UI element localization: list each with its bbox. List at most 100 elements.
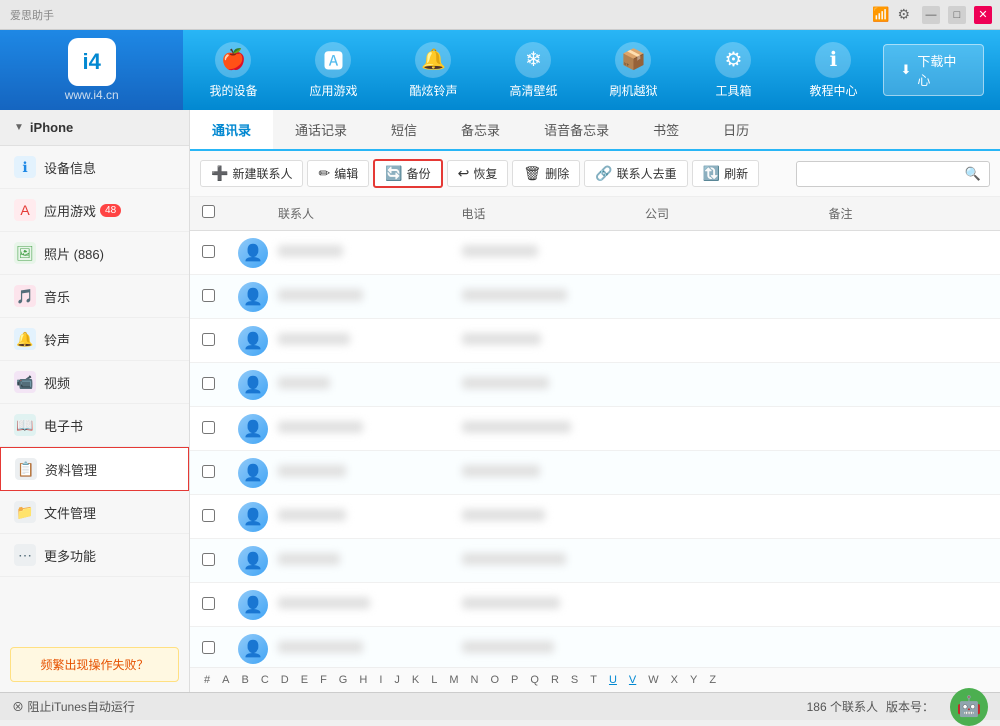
download-button[interactable]: ⬇ 下载中心 bbox=[883, 44, 984, 96]
sidebar-item-photos[interactable]: 🖼 照片 (886) bbox=[0, 232, 189, 275]
alpha-char-l[interactable]: L bbox=[427, 672, 441, 688]
new-contact-button[interactable]: ➕ 新建联系人 bbox=[200, 160, 303, 187]
table-row[interactable]: 👤 bbox=[190, 275, 1000, 319]
alpha-char-f[interactable]: F bbox=[316, 672, 331, 688]
alpha-char-b[interactable]: B bbox=[237, 672, 252, 688]
row-checkbox[interactable] bbox=[190, 283, 226, 311]
row-select-checkbox[interactable] bbox=[202, 553, 215, 566]
alpha-char-x[interactable]: X bbox=[667, 672, 682, 688]
title-text: 爱思助手 bbox=[0, 7, 54, 23]
stop-itunes-button[interactable]: ⊗ 阻止iTunes自动运行 bbox=[12, 698, 135, 715]
row-checkbox[interactable] bbox=[190, 591, 226, 619]
alpha-char-n[interactable]: N bbox=[467, 672, 483, 688]
sidebar-item-file-mgmt[interactable]: 📁 文件管理 bbox=[0, 491, 189, 534]
row-select-checkbox[interactable] bbox=[202, 377, 215, 390]
nav-tools[interactable]: ⚙ 工具箱 bbox=[683, 30, 783, 110]
row-select-checkbox[interactable] bbox=[202, 641, 215, 654]
row-checkbox[interactable] bbox=[190, 239, 226, 267]
table-row[interactable]: 👤 bbox=[190, 583, 1000, 627]
tab-voice-memo[interactable]: 语音备忘录 bbox=[522, 110, 631, 151]
minimize-button[interactable]: — bbox=[922, 6, 940, 24]
alpha-char-s[interactable]: S bbox=[567, 672, 582, 688]
search-input[interactable] bbox=[797, 163, 957, 185]
th-phone: 电话 bbox=[450, 197, 634, 230]
select-all-checkbox[interactable] bbox=[202, 205, 215, 218]
backup-button[interactable]: 🔄 备份 bbox=[373, 159, 442, 188]
alpha-char-q[interactable]: Q bbox=[526, 672, 543, 688]
alpha-char-m[interactable]: M bbox=[445, 672, 462, 688]
alpha-char-y[interactable]: Y bbox=[686, 672, 701, 688]
row-select-checkbox[interactable] bbox=[202, 289, 215, 302]
row-checkbox[interactable] bbox=[190, 635, 226, 663]
maximize-button[interactable]: □ bbox=[948, 6, 966, 24]
alpha-char-a[interactable]: A bbox=[218, 672, 233, 688]
alpha-char-#[interactable]: # bbox=[200, 672, 214, 688]
sidebar-item-ebook[interactable]: 📖 电子书 bbox=[0, 404, 189, 447]
table-row[interactable]: 👤 bbox=[190, 363, 1000, 407]
table-row[interactable]: 👤 bbox=[190, 627, 1000, 667]
table-row[interactable]: 👤 bbox=[190, 407, 1000, 451]
close-button[interactable]: ✕ bbox=[974, 6, 992, 24]
alpha-char-z[interactable]: Z bbox=[705, 672, 720, 688]
restore-button[interactable]: ↩ 恢复 bbox=[447, 160, 509, 187]
nav-ringtones[interactable]: 🔔 酷炫铃声 bbox=[383, 30, 483, 110]
row-checkbox[interactable] bbox=[190, 459, 226, 487]
nav-jailbreak[interactable]: 📦 刷机越狱 bbox=[583, 30, 683, 110]
sidebar-item-apps[interactable]: A 应用游戏 48 bbox=[0, 189, 189, 232]
dedup-button[interactable]: 🔗 联系人去重 bbox=[584, 160, 687, 187]
alpha-char-t[interactable]: T bbox=[586, 672, 601, 688]
row-select-checkbox[interactable] bbox=[202, 421, 215, 434]
row-select-checkbox[interactable] bbox=[202, 597, 215, 610]
nav-tutorials[interactable]: ℹ 教程中心 bbox=[783, 30, 883, 110]
tab-call-log[interactable]: 通话记录 bbox=[273, 110, 369, 151]
edit-button[interactable]: ✏ 编辑 bbox=[307, 160, 369, 187]
nav-wallpapers[interactable]: ❄ 高清壁纸 bbox=[483, 30, 583, 110]
table-row[interactable]: 👤 bbox=[190, 319, 1000, 363]
tab-calendar[interactable]: 日历 bbox=[701, 110, 771, 151]
alpha-char-i[interactable]: I bbox=[375, 672, 386, 688]
row-select-checkbox[interactable] bbox=[202, 333, 215, 346]
alpha-char-c[interactable]: C bbox=[257, 672, 273, 688]
alpha-char-o[interactable]: O bbox=[486, 672, 503, 688]
sidebar-item-video[interactable]: 📹 视频 bbox=[0, 361, 189, 404]
refresh-button[interactable]: 🔃 刷新 bbox=[692, 160, 759, 187]
row-checkbox[interactable] bbox=[190, 371, 226, 399]
row-checkbox[interactable] bbox=[190, 503, 226, 531]
alpha-char-u[interactable]: U bbox=[605, 672, 621, 688]
row-checkbox[interactable] bbox=[190, 415, 226, 443]
sidebar-help-button[interactable]: 频繁出现操作失败？ bbox=[10, 647, 179, 682]
tab-bookmarks[interactable]: 书签 bbox=[631, 110, 701, 151]
nav-apps[interactable]: 🅰 应用游戏 bbox=[283, 30, 383, 110]
alpha-char-w[interactable]: W bbox=[644, 672, 662, 688]
search-box[interactable]: 🔍 bbox=[796, 161, 990, 187]
contact-phone bbox=[450, 415, 634, 442]
delete-button[interactable]: 🗑 删除 bbox=[512, 160, 580, 187]
table-row[interactable]: 👤 bbox=[190, 495, 1000, 539]
alpha-char-d[interactable]: D bbox=[277, 672, 293, 688]
table-row[interactable]: 👤 bbox=[190, 451, 1000, 495]
table-row[interactable]: 👤 bbox=[190, 539, 1000, 583]
tab-contacts[interactable]: 通讯录 bbox=[190, 110, 273, 151]
alpha-char-h[interactable]: H bbox=[355, 672, 371, 688]
sidebar-item-ringtones[interactable]: 🔔 铃声 bbox=[0, 318, 189, 361]
alpha-char-k[interactable]: K bbox=[408, 672, 423, 688]
tab-sms[interactable]: 短信 bbox=[369, 110, 439, 151]
row-select-checkbox[interactable] bbox=[202, 245, 215, 258]
nav-my-device[interactable]: 🍎 我的设备 bbox=[183, 30, 283, 110]
alpha-char-j[interactable]: J bbox=[390, 672, 404, 688]
row-select-checkbox[interactable] bbox=[202, 509, 215, 522]
tab-memo[interactable]: 备忘录 bbox=[439, 110, 522, 151]
sidebar-item-device-info[interactable]: ℹ 设备信息 bbox=[0, 146, 189, 189]
row-checkbox[interactable] bbox=[190, 327, 226, 355]
sidebar-item-more[interactable]: ⋯ 更多功能 bbox=[0, 534, 189, 577]
sidebar-item-music[interactable]: 🎵 音乐 bbox=[0, 275, 189, 318]
alpha-char-e[interactable]: E bbox=[297, 672, 312, 688]
table-row[interactable]: 👤 bbox=[190, 231, 1000, 275]
alpha-char-p[interactable]: P bbox=[507, 672, 522, 688]
row-checkbox[interactable] bbox=[190, 547, 226, 575]
alpha-char-g[interactable]: G bbox=[335, 672, 352, 688]
alpha-char-v[interactable]: V bbox=[625, 672, 640, 688]
row-select-checkbox[interactable] bbox=[202, 465, 215, 478]
alpha-char-r[interactable]: R bbox=[547, 672, 563, 688]
sidebar-item-data-mgmt[interactable]: 📋 资料管理 bbox=[0, 447, 189, 491]
